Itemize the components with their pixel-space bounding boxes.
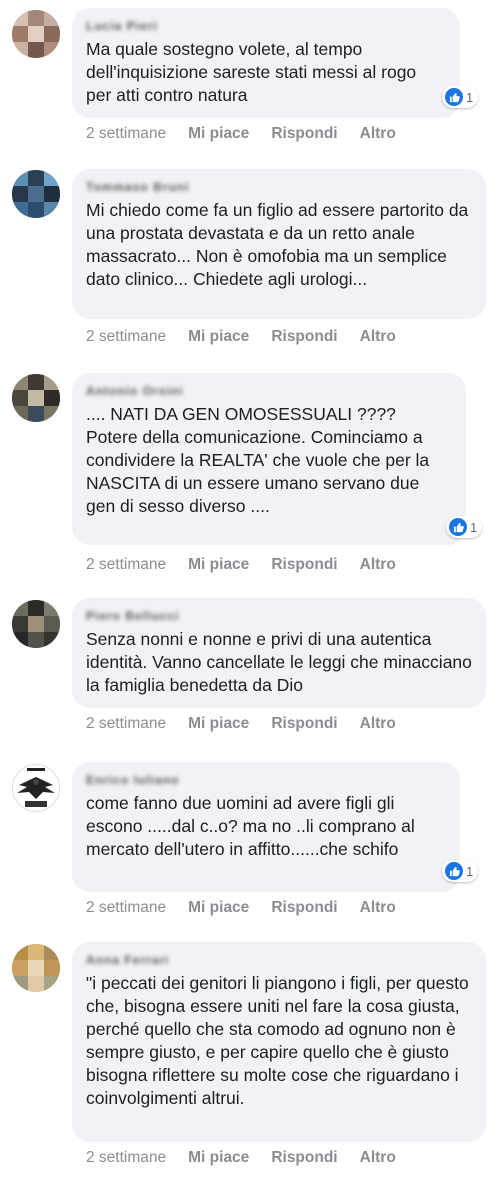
more-button[interactable]: Altro [360,328,396,346]
reply-button[interactable]: Rispondi [271,715,337,733]
avatar[interactable] [12,600,60,648]
comment-text: Ma quale sostegno volete, al tempo dell'… [86,39,417,105]
avatar[interactable] [12,944,60,992]
avatar[interactable] [12,374,60,422]
comment-actions: 2 settimane Mi piace Rispondi Altro [86,556,418,574]
comment-author[interactable]: Enrico Iuliano [86,772,446,788]
comment-author[interactable]: Lucia Pieri [86,18,446,34]
thumbs-up-icon [449,518,467,536]
comment-author[interactable]: Piero Bellucci [86,608,472,624]
comment-author[interactable]: Anna Ferrari [86,952,472,968]
comment-time[interactable]: 2 settimane [86,715,166,733]
reaction-count[interactable]: 1 [442,860,479,882]
comment-bubble: Anna Ferrari "i peccati dei genitori li … [72,942,486,1142]
comment-text: come fanno due uomini ad avere figli gli… [86,793,415,859]
comment-bubble: Antonio Orsini .... NATI DA GEN OMOSESSU… [72,373,466,545]
like-button[interactable]: Mi piace [188,715,249,733]
comment-time[interactable]: 2 settimane [86,125,166,143]
like-button[interactable]: Mi piace [188,1149,249,1167]
reply-button[interactable]: Rispondi [271,899,337,917]
reaction-number: 1 [466,863,474,879]
comment-actions: 2 settimane Mi piace Rispondi Altro [86,328,418,346]
comment-actions: 2 settimane Mi piace Rispondi Altro [86,125,418,143]
more-button[interactable]: Altro [360,899,396,917]
reaction-number: 1 [470,519,478,535]
comment-time[interactable]: 2 settimane [86,328,166,346]
thumbs-up-icon [445,88,463,106]
like-button[interactable]: Mi piace [188,328,249,346]
avatar[interactable] [12,170,60,218]
reply-button[interactable]: Rispondi [271,1149,337,1167]
reply-button[interactable]: Rispondi [271,556,337,574]
like-button[interactable]: Mi piace [188,899,249,917]
comment-text: Senza nonni e nonne e privi di una auten… [86,629,472,695]
comment-time[interactable]: 2 settimane [86,899,166,917]
avatar[interactable] [12,764,60,812]
comment-actions: 2 settimane Mi piace Rispondi Altro [86,1149,418,1167]
reaction-count[interactable]: 1 [446,516,483,538]
comment-actions: 2 settimane Mi piace Rispondi Altro [86,899,418,917]
comment-text: .... NATI DA GEN OMOSESSUALI ???? Potere… [86,404,430,516]
avatar[interactable] [12,10,60,58]
comment-text: Mi chiedo come fa un figlio ad essere pa… [86,200,469,289]
more-button[interactable]: Altro [360,556,396,574]
comment-actions: 2 settimane Mi piace Rispondi Altro [86,715,418,733]
reaction-count[interactable]: 1 [442,86,479,108]
comment-bubble: Lucia Pieri Ma quale sostegno volete, al… [72,8,460,118]
comment-time[interactable]: 2 settimane [86,556,166,574]
eagle-emblem-icon [17,768,55,807]
reaction-number: 1 [466,89,474,105]
comment-bubble: Tommaso Bruni Mi chiedo come fa un figli… [72,169,486,319]
thumbs-up-icon [445,862,463,880]
more-button[interactable]: Altro [360,1149,396,1167]
reply-button[interactable]: Rispondi [271,125,337,143]
reply-button[interactable]: Rispondi [271,328,337,346]
comment-time[interactable]: 2 settimane [86,1149,166,1167]
like-button[interactable]: Mi piace [188,125,249,143]
comment-bubble: Enrico Iuliano come fanno due uomini ad … [72,762,460,892]
comment-author[interactable]: Antonio Orsini [86,383,452,399]
comment-text: "i peccati dei genitori li piangono i fi… [86,973,469,1108]
comment-bubble: Piero Bellucci Senza nonni e nonne e pri… [72,598,486,708]
like-button[interactable]: Mi piace [188,556,249,574]
more-button[interactable]: Altro [360,715,396,733]
comment-author[interactable]: Tommaso Bruni [86,179,472,195]
more-button[interactable]: Altro [360,125,396,143]
